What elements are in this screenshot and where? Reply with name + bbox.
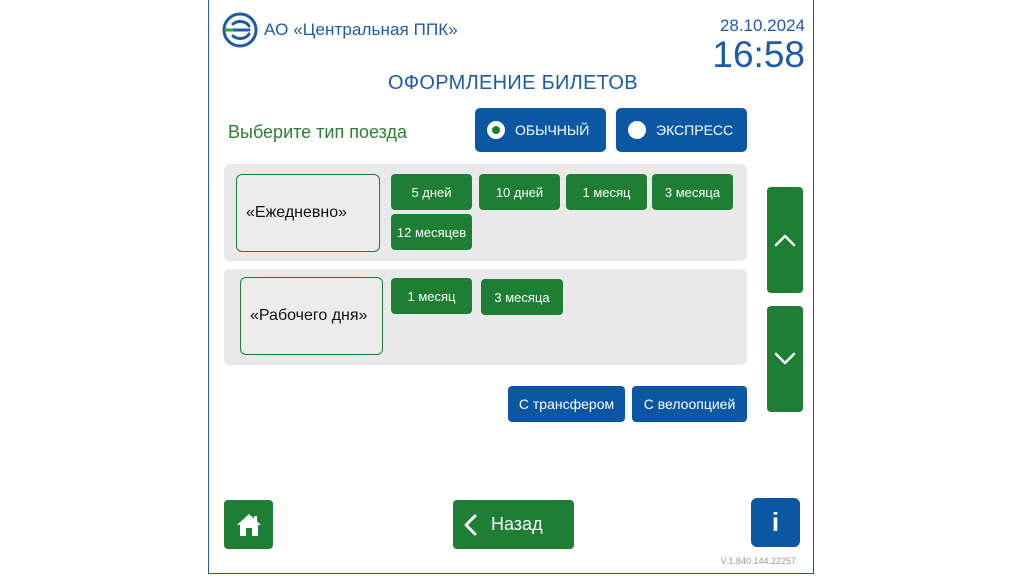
version-label: V.1.840.144.22257 xyxy=(720,556,796,566)
company-logo: АО «Центральная ППК» xyxy=(222,12,458,48)
category-name: «Ежедневно» xyxy=(246,204,348,221)
category-name: «Рабочего дня» xyxy=(250,307,368,324)
duration-button[interactable]: 12 месяцев xyxy=(391,214,472,250)
train-type-regular-label: ОБЫЧНЫЙ xyxy=(515,122,590,138)
category-card-daily[interactable]: «Ежедневно» xyxy=(236,174,380,252)
transfer-option-button[interactable]: С трансфером xyxy=(508,386,625,422)
chevron-up-icon xyxy=(774,234,796,247)
scroll-down-button[interactable] xyxy=(767,306,803,412)
info-button[interactable]: i xyxy=(751,498,800,547)
train-type-regular-button[interactable]: ОБЫЧНЫЙ xyxy=(475,108,606,152)
chevron-down-icon xyxy=(774,352,796,365)
back-label: Назад xyxy=(491,514,543,534)
duration-button[interactable]: 3 месяца xyxy=(652,174,733,210)
scroll-up-button[interactable] xyxy=(767,187,803,293)
chevron-left-icon xyxy=(464,514,477,535)
company-name: АО «Центральная ППК» xyxy=(264,20,458,39)
home-button[interactable] xyxy=(224,500,273,549)
radio-selected-icon xyxy=(487,121,505,139)
duration-button[interactable]: 5 дней xyxy=(391,174,472,210)
logo-icon xyxy=(222,12,258,48)
duration-button[interactable]: 3 месяца xyxy=(481,279,563,315)
train-type-prompt: Выберите тип поезда xyxy=(228,122,407,142)
home-icon xyxy=(236,513,261,536)
train-type-express-button[interactable]: ЭКСПРЕСС xyxy=(616,108,747,152)
back-button[interactable]: Назад xyxy=(453,500,574,549)
current-time: 16:58 xyxy=(712,34,805,75)
page-title: ОФОРМЛЕНИЕ БИЛЕТОВ xyxy=(388,72,638,94)
duration-button[interactable]: 10 дней xyxy=(479,174,560,210)
bike-option-button[interactable]: С велоопцией xyxy=(632,386,747,422)
radio-unselected-icon xyxy=(628,121,646,139)
category-card-workday[interactable]: «Рабочего дня» xyxy=(240,277,383,355)
current-date: 28.10.2024 xyxy=(719,16,805,35)
duration-button[interactable]: 1 месяц xyxy=(391,278,472,314)
train-type-express-label: ЭКСПРЕСС xyxy=(656,122,734,138)
duration-button[interactable]: 1 месяц xyxy=(566,174,647,210)
